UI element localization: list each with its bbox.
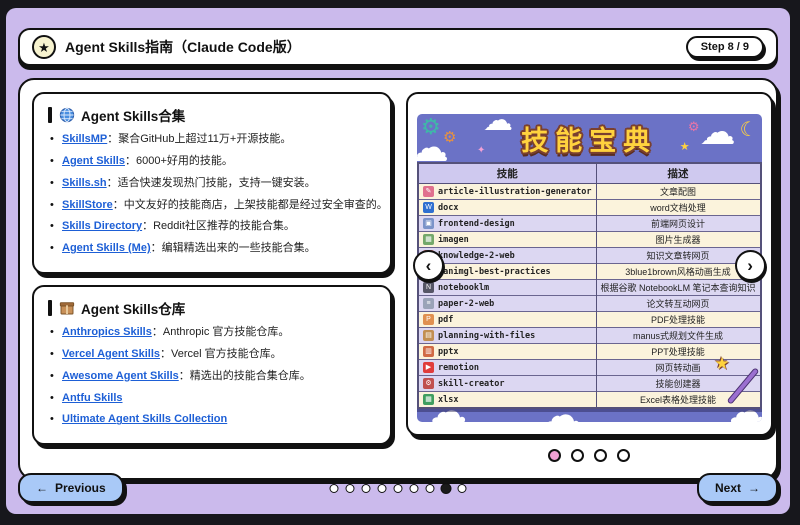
skills-table: 技能 描述 ✎article-illustration-generator文章配…	[417, 162, 762, 409]
poster-title: 技能宝典	[417, 119, 762, 158]
table-row: ▶remotion网页转动画	[418, 360, 761, 376]
slide-page: ★ Agent Skills指南（Claude Code版） Step 8 / …	[6, 8, 790, 514]
table-row: ▶manimgl-best-practices3blue1brown风格动画生成	[418, 264, 761, 280]
step-badge: Step 8 / 9	[686, 36, 764, 58]
list-item: Skills.sh：适合快速发现热门技能，支持一键安装。	[48, 176, 376, 191]
table-row: ✎article-illustration-generator文章配图	[418, 184, 761, 200]
step-dot-2[interactable]	[346, 484, 355, 493]
skills-poster-image: ☁ ☁ ☁ ☁ ☁ ☁ ⚙ ⚙ ⚙ ⚙ ⚙ ☾ ✦ ★ ★ ★ ★	[417, 114, 762, 422]
link-anthropics-skills[interactable]: Anthropics Skills	[62, 326, 152, 338]
step-dot-5[interactable]	[394, 484, 403, 493]
step-dot-4[interactable]	[378, 484, 387, 493]
notebook-icon: N	[423, 282, 434, 293]
table-row: ✱knowledge-2-web知识文章转网页	[418, 248, 761, 264]
word-doc-icon: W	[423, 202, 434, 213]
page-title: Agent Skills指南（Claude Code版）	[65, 37, 301, 57]
carousel: ☁ ☁ ☁ ☁ ☁ ☁ ⚙ ⚙ ⚙ ⚙ ⚙ ☾ ✦ ★ ★ ★ ★	[406, 92, 773, 466]
list-item: Antfu Skills	[48, 391, 376, 406]
link-skillsmp[interactable]: SkillsMP	[62, 133, 107, 145]
card-title-row: Agent Skills合集	[48, 105, 376, 125]
presentation-icon: ▥	[423, 346, 434, 357]
carousel-dot-3[interactable]	[594, 449, 607, 462]
globe-icon	[59, 107, 75, 123]
folder-files-icon: ▤	[423, 330, 434, 341]
left-arrow-icon: ←	[36, 481, 48, 495]
table-row: ≡paper-2-web论文转互动网页	[418, 296, 761, 312]
link-agent-skills[interactable]: Agent Skills	[62, 155, 125, 167]
link-skillstore[interactable]: SkillStore	[62, 199, 113, 211]
factory-icon: ⚙	[423, 378, 434, 389]
carousel-next-button[interactable]: ›	[735, 250, 766, 281]
spreadsheet-icon: ▦	[423, 394, 434, 405]
chevron-right-icon: ›	[747, 256, 753, 276]
step-dot-7[interactable]	[426, 484, 435, 493]
table-row: ▦xlsxExcel表格处理技能	[418, 392, 761, 409]
table-row: ▤planning-with-filesmanus式规划文件生成	[418, 328, 761, 344]
list-item: Awesome Agent Skills：精选出的技能合集仓库。	[48, 369, 376, 384]
table-row: ▥pptxPPT处理技能	[418, 344, 761, 360]
column-header-desc: 描述	[596, 163, 761, 184]
card-title: Agent Skills仓库	[81, 298, 185, 318]
card-skills-repos: Agent Skills仓库 Anthropics Skills：Anthrop…	[32, 285, 392, 445]
star-logo-icon: ★	[32, 35, 56, 59]
title-bar-accent	[48, 300, 52, 316]
list-item: Anthropics Skills：Anthropic 官方技能仓库。	[48, 325, 376, 340]
title-bar-accent	[48, 107, 52, 123]
card-title-row: Agent Skills仓库	[48, 298, 376, 318]
link-agent-skills-me[interactable]: Agent Skills (Me)	[62, 242, 151, 254]
link-skills-sh[interactable]: Skills.sh	[62, 177, 107, 189]
previous-button[interactable]: ← Previous	[18, 473, 124, 503]
list-item: Ultimate Agent Skills Collection	[48, 412, 376, 427]
footer-nav: ← Previous Next →	[18, 473, 778, 503]
step-progress-dots	[330, 484, 467, 493]
palette-icon: ✎	[423, 186, 434, 197]
list-item: Agent Skills (Me)：编辑精选出来的一些技能合集。	[48, 241, 376, 256]
table-row: Nnotebooklm根据谷歌 NotebookLM 笔记本查询知识	[418, 280, 761, 296]
step-dot-9[interactable]	[458, 484, 467, 493]
repos-list: Anthropics Skills：Anthropic 官方技能仓库。 Verc…	[48, 325, 376, 427]
link-vercel-agent-skills[interactable]: Vercel Agent Skills	[62, 348, 160, 360]
link-antfu-skills[interactable]: Antfu Skills	[62, 392, 123, 404]
list-item: Vercel Agent Skills：Vercel 官方技能仓库。	[48, 347, 376, 362]
table-row: PpdfPDF处理技能	[418, 312, 761, 328]
collections-list: SkillsMP：聚合GitHub上超过11万+开源技能。 Agent Skil…	[48, 132, 376, 256]
picture-icon: ▦	[423, 234, 434, 245]
left-column: Agent Skills合集 SkillsMP：聚合GitHub上超过11万+开…	[32, 92, 392, 466]
list-item: Agent Skills：6000+好用的技能。	[48, 154, 376, 169]
carousel-dot-1[interactable]	[548, 449, 561, 462]
carousel-dots	[548, 449, 630, 462]
step-dot-6[interactable]	[410, 484, 419, 493]
content-panel: Agent Skills合集 SkillsMP：聚合GitHub上超过11万+开…	[18, 78, 778, 480]
step-dot-8[interactable]	[441, 483, 452, 494]
table-row: ⚙skill-creator技能创建器	[418, 376, 761, 392]
list-item: Skills Directory：Reddit社区推荐的技能合集。	[48, 219, 376, 234]
right-arrow-icon: →	[748, 481, 760, 495]
step-dot-1[interactable]	[330, 484, 339, 493]
browser-window-icon: ▣	[423, 218, 434, 229]
card-title: Agent Skills合集	[81, 105, 185, 125]
list-item: SkillsMP：聚合GitHub上超过11万+开源技能。	[48, 132, 376, 147]
column-header-skill: 技能	[418, 163, 596, 184]
package-icon	[59, 300, 75, 316]
header-bar: ★ Agent Skills指南（Claude Code版） Step 8 / …	[18, 28, 778, 66]
list-item: SkillStore：中文友好的技能商店，上架技能都是经过安全审查的。	[48, 198, 376, 213]
link-skills-directory[interactable]: Skills Directory	[62, 220, 142, 232]
step-dot-3[interactable]	[362, 484, 371, 493]
table-row: Wdocxword文档处理	[418, 200, 761, 216]
table-row: ▦imagen图片生成器	[418, 232, 761, 248]
table-row: ▣frontend-design前端网页设计	[418, 216, 761, 232]
carousel-dot-4[interactable]	[617, 449, 630, 462]
paper-icon: ≡	[423, 298, 434, 309]
play-video-icon: ▶	[423, 362, 434, 373]
card-skills-collections: Agent Skills合集 SkillsMP：聚合GitHub上超过11万+开…	[32, 92, 392, 274]
carousel-dot-2[interactable]	[571, 449, 584, 462]
pdf-doc-icon: P	[423, 314, 434, 325]
link-awesome-agent-skills[interactable]: Awesome Agent Skills	[62, 370, 179, 382]
wand-star-icon: ★	[714, 354, 729, 374]
chevron-left-icon: ‹	[426, 256, 432, 276]
carousel-image-card: ☁ ☁ ☁ ☁ ☁ ☁ ⚙ ⚙ ⚙ ⚙ ⚙ ☾ ✦ ★ ★ ★ ★	[406, 92, 773, 436]
next-button[interactable]: Next →	[697, 473, 778, 503]
window-frame: ★ Agent Skills指南（Claude Code版） Step 8 / …	[0, 0, 800, 525]
link-ultimate-agent-skills[interactable]: Ultimate Agent Skills Collection	[62, 413, 227, 425]
